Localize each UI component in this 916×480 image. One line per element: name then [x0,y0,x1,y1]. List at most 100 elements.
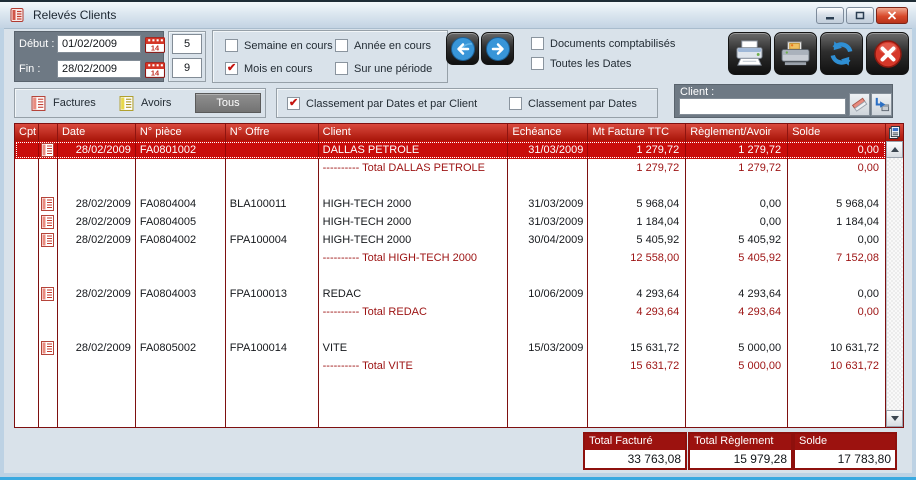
cell-cpt [15,339,39,357]
table-body: 28/02/2009FA0801002DALLAS PETROLE31/03/2… [15,141,886,427]
fin-date-input[interactable]: 28/02/2009 [57,60,141,78]
maximize-button[interactable] [846,7,874,24]
titlebar[interactable]: Relevés Clients [0,2,916,29]
close-window-button[interactable] [876,7,908,24]
column-header-icon[interactable] [39,124,58,141]
cell-solde [788,267,886,285]
column-header-reglement[interactable]: Règlement/Avoir [686,124,788,141]
cell-date [58,249,136,267]
calendar-icon-fin[interactable]: 14 [145,61,165,78]
cell-cpt [15,159,39,177]
table-row[interactable]: 28/02/2009FA0804004BLA100011HIGH-TECH 20… [15,195,886,213]
cell-piece [136,159,226,177]
cell-date: 28/02/2009 [58,213,136,231]
checkbox-semaine-en-cours[interactable]: Semaine en cours [225,39,333,52]
cell-cpt [15,267,39,285]
cell-reg: 5 000,00 [686,339,788,357]
checkbox-documents-comptabilises[interactable]: Documents comptabilisés [531,37,675,50]
column-header-mt-facture[interactable]: Mt Facture TTC [588,124,686,141]
cell-cpt [15,141,39,159]
column-header-solde[interactable]: Solde [788,124,886,141]
print-preview-button[interactable] [728,32,771,75]
column-header-cpt[interactable]: Cpt [15,124,39,141]
cell-client: VITE [319,339,509,357]
cell-ico [39,375,58,427]
cell-client [319,177,509,195]
avoirs-toggle[interactable]: Avoirs [141,97,171,109]
cell-solde: 0,00 [788,141,886,159]
table-row[interactable]: 28/02/2009FA0804003FPA100013REDAC10/06/2… [15,285,886,303]
column-header-piece[interactable]: N° pièce [136,124,226,141]
cell-mt: 1 279,72 [588,141,686,159]
calendar-icon-debut[interactable]: 14 [145,36,165,53]
column-header-offre[interactable]: N° Offre [226,124,319,141]
column-header-date[interactable]: Date [58,124,136,141]
clear-client-button[interactable] [849,93,870,116]
checkbox-sur-une-periode[interactable]: Sur une période [335,62,432,75]
table-row[interactable]: 28/02/2009FA0804002FPA100004HIGH-TECH 20… [15,231,886,249]
cell-cpt [15,375,39,427]
app-document-icon [9,7,25,23]
fin-label: Fin : [19,63,57,75]
table-row[interactable]: 28/02/2009FA0801002DALLAS PETROLE31/03/2… [15,141,886,159]
total-reglement-label: Total Règlement [690,434,791,450]
cell-mt: 12 558,00 [588,249,686,267]
tous-button[interactable]: Tous [195,93,261,113]
table-properties-icon[interactable] [886,124,903,141]
cell-piece [136,249,226,267]
cell-ico [39,177,58,195]
cell-date [58,303,136,321]
scroll-down-button[interactable] [886,410,903,427]
cell-reg: 5 405,92 [686,249,788,267]
table-row[interactable]: 28/02/2009FA0804005HIGH-TECH 200031/03/2… [15,213,886,231]
week-numbers-box: 5 9 [168,31,206,82]
cell-cpt [15,195,39,213]
cell-cpt [15,177,39,195]
checkbox-classement-dates-client[interactable]: Classement par Dates et par Client [287,97,477,110]
close-dialog-button[interactable] [866,32,909,75]
cell-client: ---------- Total REDAC [319,303,509,321]
checkbox-toutes-les-dates[interactable]: Toutes les Dates [531,57,631,70]
column-header-echeance[interactable]: Echéance [508,124,588,141]
cell-reg: 4 293,64 [686,285,788,303]
refresh-icon [826,38,857,69]
table-row[interactable]: 28/02/2009FA0805002FPA100014VITE15/03/20… [15,339,886,357]
minimize-button[interactable] [816,7,844,24]
next-period-button[interactable] [481,32,514,65]
classement-group: Classement par Dates et par Client Class… [276,88,658,118]
window-border-left [0,28,4,480]
cell-mt [588,267,686,285]
cell-ech [508,177,588,195]
cell-piece [136,177,226,195]
solde-box: Solde 17 783,80 [793,432,897,470]
cell-client: HIGH-TECH 2000 [319,213,509,231]
spacer-row [15,267,886,285]
solde-value: 17 783,80 [795,450,895,468]
checkbox-box [531,37,544,50]
cell-mt: 1 184,04 [588,213,686,231]
client-input[interactable] [679,98,846,115]
scroll-up-button[interactable] [886,141,903,158]
cell-ech [508,303,588,321]
debut-date-input[interactable]: 01/02/2009 [57,35,141,53]
checkbox-classement-dates[interactable]: Classement par Dates [509,97,637,110]
invoice-doc-icon [39,141,58,159]
checkbox-box [225,39,238,52]
refresh-button[interactable] [820,32,863,75]
week-end-field[interactable]: 9 [172,58,202,78]
scrollbar-track[interactable] [886,158,903,410]
week-start-field[interactable]: 5 [172,34,202,54]
previous-period-button[interactable] [446,32,479,65]
checkbox-mois-en-cours[interactable]: Mois en cours [225,62,312,75]
cell-solde: 10 631,72 [788,339,886,357]
checkbox-box [335,62,348,75]
vertical-scrollbar[interactable] [886,124,903,427]
total-facture-box: Total Facturé 33 763,08 [583,432,687,470]
select-client-button[interactable] [871,93,892,116]
column-header-client[interactable]: Client [319,124,509,141]
checkbox-annee-en-cours[interactable]: Année en cours [335,39,431,52]
client-filter-panel: Client : [674,84,893,118]
cell-ech: 10/06/2009 [508,285,588,303]
factures-toggle[interactable]: Factures [53,97,96,109]
print-button[interactable] [774,32,817,75]
